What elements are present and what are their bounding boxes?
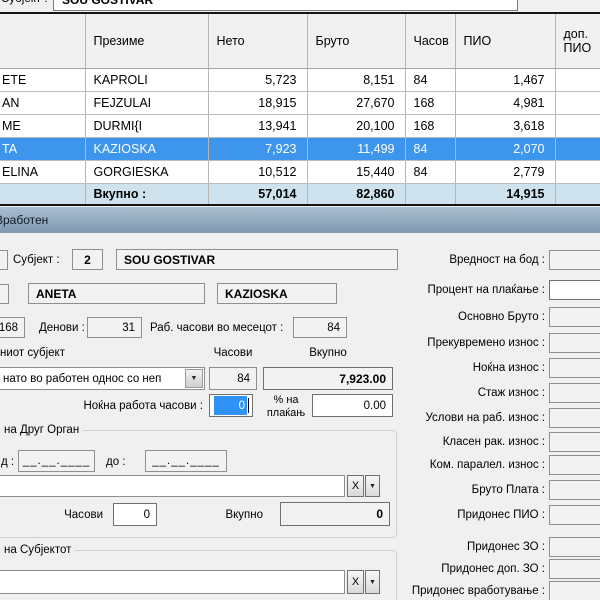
label-vrednost-bod: Вредност на бод : [360,250,545,270]
other-organ-hours-field[interactable]: 0 [113,503,157,526]
subject-strip-value: SOU GOSTIVAR [62,0,153,7]
clear-x-icon: X [352,480,359,492]
field-nokna-iznos[interactable] [549,358,600,378]
field-bruto-plata[interactable] [549,480,600,500]
subject-strip-field[interactable]: SOU GOSTIVAR [53,0,518,11]
main-subject-caption: ниот субјект [0,345,65,361]
subject-strip-label: Субјект : [1,0,48,5]
pct-pay-label: % на плаќањ [263,394,309,420]
work-hours-month-label: Раб. часови во месецот : [150,320,283,336]
label-pridones-zo: Придонес ЗО : [360,537,545,557]
table-row[interactable]: ELINA GORGIESKA 10,512 15,440 84 2,779 [0,160,600,183]
col-header-pio[interactable]: ПИО [455,14,555,68]
other-organ-combo-field[interactable] [0,475,345,497]
hours-column-header: Часови [209,345,257,361]
field-klasen-rak-iznos[interactable] [549,432,600,452]
label-osnovno-bruto: Основно Бруто : [360,307,545,327]
label-staz-iznos: Стаж износ : [360,383,545,403]
col-header-name[interactable] [0,14,85,68]
total-bruto: 82,860 [307,183,405,204]
employee-grid: Презиме Нето Бруто Часов ПИО доп. ПИО ET… [0,12,600,206]
clear-x-icon: X [352,576,359,588]
night-work-field[interactable]: 0 [209,394,253,417]
employee-form: Субјект : 2 SOU GOSTIVAR ANETA KAZIOSKA … [0,233,600,600]
label-uslovi-rab-iznos: Услови на раб. износ : [360,408,545,428]
other-organ-caption: на Друг Орган [0,424,83,436]
other-organ-total-label: Вкупно [200,507,263,523]
text-caret [248,398,249,413]
col-header-dop-pio[interactable]: доп. ПИО [555,14,600,68]
subject-combo-field[interactable] [0,570,345,594]
cut-field-left-a[interactable] [0,250,8,270]
col-header-neto[interactable]: Нето [208,14,307,68]
work-hours-month-field[interactable]: 84 [293,317,347,338]
grid-header-row: Презиме Нето Бруто Часов ПИО доп. ПИО [0,14,600,68]
table-total-row: Вкупно : 57,014 82,860 14,915 [0,183,600,204]
date-to-label: до : [106,454,126,470]
label-prekuvremeno-iznos: Прекувремено износ : [360,333,545,353]
field-pridones-dop-zo[interactable] [549,559,600,579]
chevron-down-icon: ▼ [191,375,198,382]
field-procent-plakanje[interactable] [549,280,600,300]
field-vrednost-bod[interactable] [549,250,600,270]
main-hours-field[interactable]: 84 [209,367,257,390]
days-label: Денови : [39,320,85,336]
label-kom-paralel-iznos: Ком. паралел. износ : [360,455,545,475]
days-field[interactable]: 31 [87,317,142,338]
field-pridones-pio[interactable] [549,505,600,525]
table-row[interactable]: ETE KAPROLI 5,723 8,151 84 1,467 [0,68,600,91]
other-organ-hours-label: Часови [30,507,103,523]
top-subject-strip: Субјект : SOU GOSTIVAR [0,0,600,12]
label-pridones-pio: Придонес ПИО : [360,505,545,525]
table-row[interactable]: AN FEJZULAI 18,915 27,670 168 4,981 [0,91,600,114]
subject-id-field[interactable]: 2 [72,249,103,270]
employee-section-bar: Вработен [0,207,600,234]
field-staz-iznos[interactable] [549,383,600,403]
field-pridones-vrabotuvanje[interactable] [549,581,600,600]
night-work-selection: 0 [214,396,247,415]
label-nokna-iznos: Ноќна износ : [360,358,545,378]
subject-group-caption: на Субјектот [0,544,75,556]
total-label: Вкупно : [85,183,208,204]
last-name-field[interactable]: KAZIOSKA [217,283,337,304]
field-prekuvremeno-iznos[interactable] [549,333,600,353]
col-header-surname[interactable]: Презиме [85,14,208,68]
subject-name-field[interactable]: SOU GOSTIVAR [116,249,398,270]
total-pio: 14,915 [455,183,555,204]
label-pridones-vrabotuvanje: Придонес вработување : [360,581,545,600]
employment-combo-arrow-button[interactable]: ▼ [185,369,203,388]
employee-section-title: Вработен [0,213,48,227]
label-bruto-plata: Бруто Плата : [360,480,545,500]
label-klasen-rak-iznos: Класен рак. износ : [360,432,545,452]
payroll-window: Субјект : SOU GOSTIVAR Презиме Нето Брут… [0,0,600,600]
field-osnovno-bruto[interactable] [549,307,600,327]
subject-label: Субјект : [13,252,60,268]
employment-type-combo[interactable]: нато во работен однос со неп ▼ [0,367,205,390]
first-name-field[interactable]: ANETA [28,283,205,304]
col-header-hours[interactable]: Часов [405,14,455,68]
label-procent-plakanje: Процент на плаќање : [360,280,545,300]
col-header-bruto[interactable]: Бруто [307,14,405,68]
date-from-field[interactable]: __.__.____ [18,450,95,472]
label-pridones-dop-zo: Придонес доп. ЗО : [360,559,545,579]
date-to-field[interactable]: __.__.____ [145,450,227,472]
field-kom-paralel-iznos[interactable] [549,455,600,475]
hours-left-field[interactable]: 168 [0,317,25,338]
table-row[interactable]: ME DURMI{I 13,941 20,100 168 3,618 [0,114,600,137]
field-uslovi-rab-iznos[interactable] [549,408,600,428]
date-from-label: д : [1,454,14,470]
total-neto: 57,014 [208,183,307,204]
cut-field-left-b[interactable] [0,284,9,304]
field-pridones-zo[interactable] [549,537,600,557]
table-row-selected[interactable]: TA KAZIOSKA 7,923 11,499 84 2,070 [0,137,600,160]
night-work-label: Ноќна работа часови : [20,398,203,414]
